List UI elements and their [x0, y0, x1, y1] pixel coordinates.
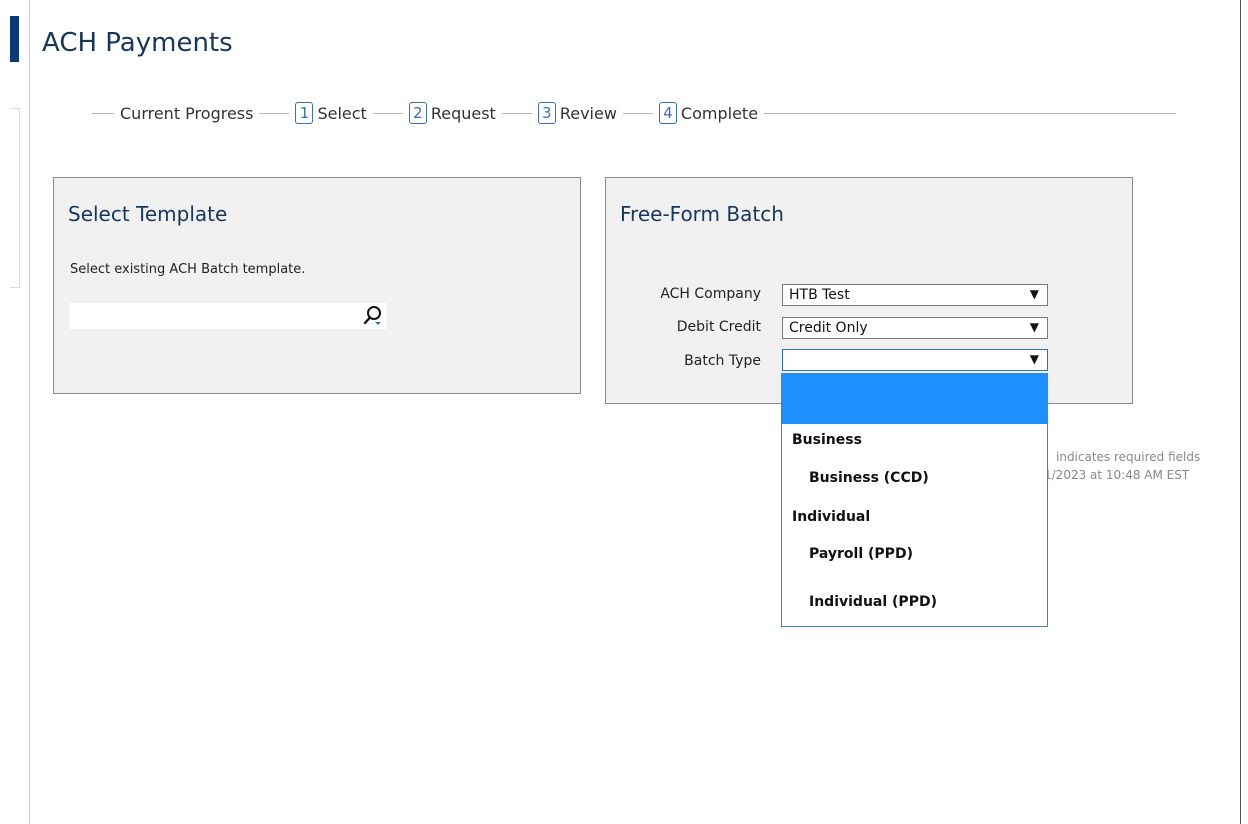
ach-company-value: HTB Test — [789, 287, 850, 303]
debit-credit-value: Credit Only — [789, 320, 868, 336]
frame-divider — [29, 0, 30, 824]
select-template-title: Select Template — [68, 202, 228, 226]
step-label: Complete — [680, 103, 759, 123]
progress-step-select: 1 Select — [295, 102, 367, 124]
step-number: 3 — [537, 102, 556, 124]
debit-credit-label: Debit Credit — [676, 319, 761, 335]
step-label: Request — [430, 103, 496, 123]
magnifier-icon[interactable] — [360, 303, 386, 329]
right-frame-border — [1240, 0, 1241, 824]
step-number: 2 — [408, 102, 427, 124]
step-label: Select — [317, 103, 367, 123]
step-number: 4 — [658, 102, 677, 124]
dropdown-option-business-ccd[interactable]: Business (CCD) — [809, 470, 929, 486]
progress-line — [622, 112, 653, 114]
chevron-down-icon: ▼ — [1029, 320, 1039, 334]
progress-line — [92, 112, 114, 114]
required-fields-note: indicates required fields — [1056, 450, 1201, 464]
dropdown-group-business: Business — [792, 432, 862, 448]
progress-line — [764, 112, 1176, 114]
dropdown-option-individual-ppd[interactable]: Individual (PPD) — [809, 594, 937, 610]
dropdown-option-payroll-ppd[interactable]: Payroll (PPD) — [809, 546, 913, 562]
progress-step-request: 2 Request — [408, 102, 496, 124]
progress-line — [259, 112, 290, 114]
select-template-description: Select existing ACH Batch template. — [70, 262, 306, 277]
title-accent-bar — [10, 16, 19, 62]
progress-bar: Current Progress 1 Select 2 Request 3 Re… — [92, 96, 1176, 130]
progress-step-complete: 4 Complete — [658, 102, 759, 124]
progress-step-review: 3 Review — [537, 102, 617, 124]
chevron-down-icon: ▼ — [1029, 352, 1039, 366]
batch-type-label: Batch Type — [684, 353, 761, 369]
page-title: ACH Payments — [42, 28, 233, 58]
left-frame — [0, 0, 30, 824]
progress-label: Current Progress — [120, 103, 254, 123]
collapsed-side-panel[interactable] — [10, 108, 20, 288]
batch-type-select[interactable]: ▼ — [782, 349, 1048, 371]
ach-company-label: ACH Company — [660, 286, 761, 302]
chevron-down-icon: ▼ — [1029, 287, 1039, 301]
ach-company-select[interactable]: HTB Test ▼ — [782, 284, 1048, 306]
last-updated-timestamp: 1/2023 at 10:48 AM EST — [1044, 468, 1190, 482]
debit-credit-select[interactable]: Credit Only ▼ — [782, 317, 1048, 339]
dropdown-option-blank[interactable] — [782, 374, 1047, 424]
dropdown-group-individual: Individual — [792, 509, 871, 525]
batch-type-dropdown-list: Business Business (CCD) Individual Payro… — [781, 373, 1048, 627]
template-search-input[interactable] — [69, 303, 387, 329]
select-template-panel: Select Template Select existing ACH Batc… — [53, 177, 581, 394]
progress-line — [372, 112, 403, 114]
free-form-batch-title: Free-Form Batch — [620, 202, 784, 226]
step-number: 1 — [295, 102, 314, 124]
step-label: Review — [559, 103, 617, 123]
progress-line — [501, 112, 532, 114]
